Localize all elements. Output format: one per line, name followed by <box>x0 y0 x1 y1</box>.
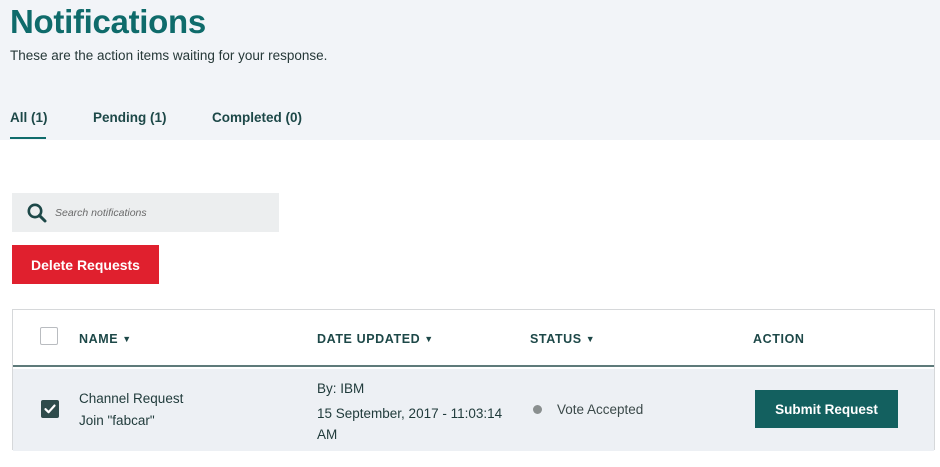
table-row: Channel Request Join "fabcar" By: IBM 15… <box>13 369 934 451</box>
request-name: Channel Request <box>79 391 184 406</box>
checkmark-icon <box>44 404 56 414</box>
sort-caret-icon: ▼ <box>424 334 434 344</box>
tab-all[interactable]: All (1) <box>10 110 48 140</box>
column-header-status[interactable]: STATUS ▼ <box>530 332 595 346</box>
sort-caret-icon: ▼ <box>122 334 132 344</box>
page-subtitle: These are the action items waiting for y… <box>10 48 328 63</box>
search-bar[interactable] <box>12 193 279 232</box>
status-text: Vote Accepted <box>557 402 644 417</box>
sort-caret-icon: ▼ <box>585 334 596 344</box>
column-header-date-updated[interactable]: DATE UPDATED ▼ <box>317 332 434 346</box>
tab-pending[interactable]: Pending (1) <box>93 110 167 140</box>
status-dot-icon <box>533 405 542 414</box>
page-title: Notifications <box>10 3 206 40</box>
search-input[interactable] <box>55 202 265 223</box>
select-all-checkbox[interactable] <box>40 327 58 345</box>
column-header-status-label: STATUS <box>530 332 582 346</box>
active-tab-indicator <box>10 137 46 139</box>
notifications-table: NAME ▼ DATE UPDATED ▼ STATUS ▼ ACTION Chann… <box>12 309 935 451</box>
page-header: Notifications These are the action items… <box>0 0 940 140</box>
request-detail: Join "fabcar" <box>79 413 155 428</box>
date-updated: 15 September, 2017 - 11:03:14 AM <box>317 406 503 442</box>
row-checkbox[interactable] <box>41 400 59 418</box>
search-icon <box>27 203 47 222</box>
delete-requests-button[interactable]: Delete Requests <box>12 245 159 284</box>
column-header-name[interactable]: NAME ▼ <box>79 332 132 346</box>
column-header-date-label: DATE UPDATED <box>317 332 421 346</box>
column-header-action: ACTION <box>753 332 805 346</box>
table-header: NAME ▼ DATE UPDATED ▼ STATUS ▼ ACTION <box>13 310 934 367</box>
tab-completed[interactable]: Completed (0) <box>212 110 302 140</box>
updated-by: By: IBM <box>317 381 365 396</box>
column-header-name-label: NAME <box>79 332 119 346</box>
submit-request-button[interactable]: Submit Request <box>755 390 898 428</box>
